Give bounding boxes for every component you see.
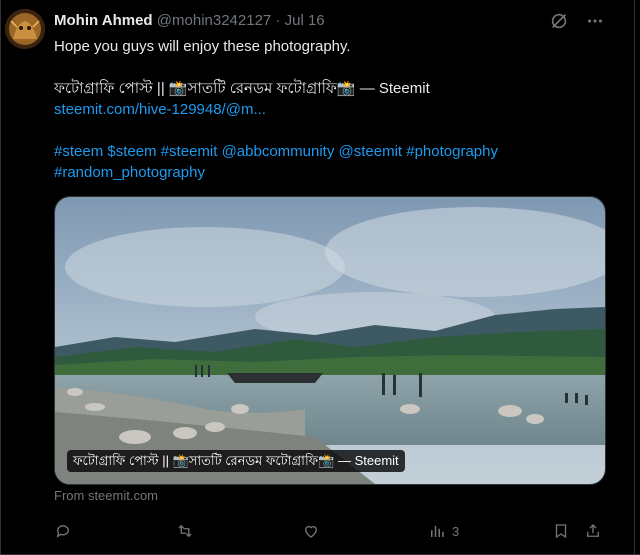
retweet-icon [178, 524, 192, 538]
avatar[interactable] [5, 9, 45, 49]
header-separator: · [275, 12, 281, 29]
right-border [634, 0, 635, 555]
card-caption: ফটোগ্রাফি পোস্ট || 📸সাতটি রেনডম ফটোগ্রাফ… [67, 450, 405, 472]
card-image [55, 197, 605, 484]
views-icon [431, 525, 444, 537]
share-icon [587, 524, 599, 537]
tweet-line-title: ফটোগ্রাফি পোস্ট || 📸সাতটি রেনডম ফটোগ্রাফ… [54, 80, 430, 97]
tweet-link[interactable]: steemit.com/hive-129948/@m... [54, 99, 614, 120]
hashtags-line[interactable]: #random_photography [54, 162, 614, 183]
share-button[interactable] [584, 520, 602, 542]
bookmark-button[interactable] [552, 520, 570, 542]
line-break [54, 57, 614, 78]
like-button[interactable] [302, 520, 320, 542]
views-count: 3 [452, 523, 460, 539]
card-source[interactable]: From steemit.com [54, 488, 158, 503]
views-button[interactable]: 3 [428, 520, 459, 542]
like-icon [305, 525, 317, 538]
reply-icon [56, 525, 69, 538]
line-break [54, 120, 614, 141]
link-preview-card[interactable]: ফটোগ্রাফি পোস্ট || 📸সাতটি রেনডম ফটোগ্রাফ… [54, 196, 606, 485]
retweet-button[interactable] [176, 520, 194, 542]
hashtags-line[interactable]: #steem $steem #steemit @abbcommunity @st… [54, 141, 614, 162]
tweet-date[interactable]: Jul 16 [285, 12, 325, 29]
tweet-article[interactable]: Mohin Ahmed @mohin3242127 · Jul 16 Hope … [0, 0, 640, 555]
author-name[interactable]: Mohin Ahmed [54, 12, 153, 29]
bookmark-icon [555, 524, 567, 539]
author-handle[interactable]: @mohin3242127 [157, 12, 271, 29]
grok-slash-icon[interactable] [548, 10, 570, 32]
avatar-image [5, 9, 45, 49]
left-border [0, 0, 1, 555]
reply-button[interactable] [54, 520, 72, 542]
tweet-text: Hope you guys will enjoy these photograp… [54, 36, 614, 183]
tweet-actions: 3 [54, 520, 604, 542]
header-actions [548, 10, 606, 32]
more-options-icon[interactable] [584, 10, 606, 32]
tweet-header: Mohin Ahmed @mohin3242127 · Jul 16 [54, 11, 325, 31]
tweet-line-intro: Hope you guys will enjoy these photograp… [54, 38, 351, 55]
